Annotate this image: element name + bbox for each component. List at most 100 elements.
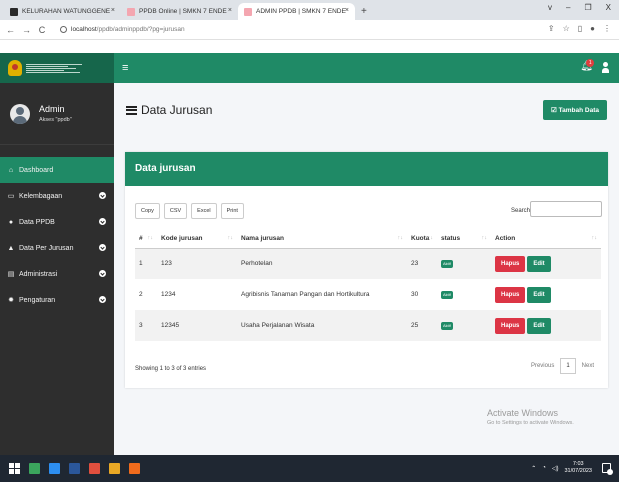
browser-tab[interactable]: ADMIN PPDB | SMKN 7 ENDE × <box>238 3 355 20</box>
add-data-button[interactable]: ☑ Tambah Data <box>543 100 607 120</box>
url-field[interactable]: localhost/ppdb/adminppdb/?pg=jurusan <box>60 26 185 33</box>
folder-icon[interactable] <box>49 463 60 474</box>
app-icon[interactable] <box>89 463 100 474</box>
delete-button[interactable]: Hapus <box>495 317 526 334</box>
notification-bell-icon[interactable]: 🔔︎ 1 <box>580 59 595 72</box>
delete-button[interactable]: Hapus <box>495 286 526 303</box>
profile-icon[interactable]: ● <box>590 24 595 33</box>
column-header-label: Action <box>495 235 516 243</box>
main-content: Data Jurusan ☑ Tambah Data Data jurusan … <box>114 83 619 455</box>
tab-favicon-icon <box>127 7 135 16</box>
search-input[interactable] <box>530 201 602 217</box>
windows-start-icon[interactable] <box>9 463 20 474</box>
hamburger-menu-icon[interactable]: ≡ <box>122 62 128 74</box>
column-header-kode-jurusan[interactable]: Kode jurusan ↑↓ <box>157 230 237 249</box>
cell-nama: Usaha Perjalanan Wisata <box>237 310 407 341</box>
tab-favicon-icon <box>10 7 18 16</box>
tab-close-icon[interactable]: × <box>345 7 349 14</box>
home-icon: ⌂ <box>8 166 14 174</box>
activate-windows-watermark: Activate Windows Go to Settings to activ… <box>487 408 574 426</box>
sidebar-menu: ⌂ Dashboard ▭ Kelembagaan ● Data PPDB ▲ Data Pe… <box>0 157 114 313</box>
close-window-icon[interactable]: X <box>606 3 611 12</box>
taskbar-clock[interactable]: 7:03 31/07/2023 <box>564 461 592 475</box>
forward-arrow-icon[interactable]: → <box>22 25 31 35</box>
tab-search-icon[interactable]: v <box>548 3 552 12</box>
url-path: /ppdb/adminppdb/?pg=jurusan <box>96 26 185 33</box>
app-logo[interactable] <box>0 53 114 83</box>
column-header-action[interactable]: Action ↑↓ <box>491 230 601 249</box>
sidebar-item-data-per-jurusan[interactable]: ▲ Data Per Jurusan <box>0 235 114 261</box>
table-row: 1 123 Perhotelan 23 Aktif Hapus Edit <box>135 248 601 279</box>
tab-close-icon[interactable]: × <box>111 7 115 14</box>
watermark-title: Activate Windows <box>487 408 559 418</box>
sidebar-item-dashboard[interactable]: ⌂ Dashboard <box>0 157 114 183</box>
restore-icon[interactable]: ❐ <box>584 3 591 12</box>
pagination-page-1[interactable]: 1 <box>560 358 576 374</box>
sidebar-item-pengaturan[interactable]: ✹ Pengaturan <box>0 287 114 313</box>
cell-kuota: 25 <box>407 310 437 341</box>
notification-count-badge: 1 <box>586 59 595 67</box>
word-icon[interactable] <box>69 463 80 474</box>
edit-button[interactable]: Edit <box>527 255 551 272</box>
edit-button[interactable]: Edit <box>527 286 551 303</box>
menu-icon[interactable]: ⋮ <box>603 24 611 33</box>
card-title: Data jurusan <box>125 152 608 186</box>
status-badge: Aktif <box>441 321 453 330</box>
chevron-down-icon <box>99 244 106 251</box>
xampp-icon[interactable] <box>129 463 140 474</box>
edit-button[interactable]: Edit <box>527 317 551 334</box>
browser-tab-title: KELURAHAN WATUNGGENE <box>22 8 111 15</box>
monitor-icon: ▭ <box>7 193 15 200</box>
sidebar-item-administrasi[interactable]: ▤ Administrasi <box>0 261 114 287</box>
column-header-[interactable]: # ↑↓ <box>135 230 157 249</box>
sidebar-item-data-ppdb[interactable]: ● Data PPDB <box>0 209 114 235</box>
split-icon[interactable]: ▯ <box>578 24 582 33</box>
status-badge: Aktif <box>441 290 453 299</box>
column-header-label: # <box>139 235 143 243</box>
browser-toolbar-icons: ⇪ ☆ ▯ ● ⋮ <box>548 24 611 33</box>
page-title: Data Jurusan <box>126 103 212 117</box>
back-arrow-icon[interactable]: ← <box>6 25 15 35</box>
copy-button[interactable]: Copy <box>135 203 160 219</box>
column-header-status[interactable]: status ↑↓ <box>437 230 491 249</box>
user-menu-icon[interactable] <box>602 62 609 73</box>
delete-button[interactable]: Hapus <box>495 255 526 272</box>
network-icon[interactable]: ◔ <box>542 465 546 471</box>
new-tab-button[interactable]: + <box>361 3 367 20</box>
reload-icon[interactable]: C <box>38 25 46 35</box>
sidebar-item-label: Kelembagaan <box>19 192 63 200</box>
address-bar: ← → C localhost/ppdb/adminppdb/?pg=jurus… <box>0 20 619 40</box>
column-header-label: Nama jurusan <box>241 235 284 243</box>
cell-kode: 12345 <box>157 310 237 341</box>
file-manager-icon[interactable] <box>29 463 40 474</box>
sidebar-item-kelembagaan[interactable]: ▭ Kelembagaan <box>0 183 114 209</box>
csv-button[interactable]: CSV <box>163 203 188 219</box>
volume-icon[interactable]: ◁) <box>552 465 559 472</box>
avatar <box>10 103 30 124</box>
pagination-next[interactable]: Next <box>576 358 600 374</box>
print-button[interactable]: Print <box>220 203 244 219</box>
notification-center-icon[interactable] <box>602 463 613 475</box>
site-info-icon[interactable] <box>60 26 67 33</box>
sidebar-user-panel: Admin Akses "ppdb" <box>0 83 114 145</box>
tray-chevron-icon[interactable]: ⌃ <box>531 465 536 472</box>
star-icon[interactable]: ☆ <box>563 24 570 33</box>
user-role: Akses "ppdb" <box>39 117 72 123</box>
browser-tab-title: ADMIN PPDB | SMKN 7 ENDE <box>256 8 346 15</box>
chrome-icon[interactable] <box>109 463 120 474</box>
search-label: Search: <box>511 208 532 214</box>
column-header-nama-jurusan[interactable]: Nama jurusan ↑↓ <box>237 230 407 249</box>
share-icon[interactable]: ⇪ <box>548 24 555 33</box>
browser-tab[interactable]: PPDB Online | SMKN 7 ENDE × <box>121 3 238 20</box>
browser-tab[interactable]: KELURAHAN WATUNGGENE × <box>4 3 121 20</box>
status-badge: Aktif <box>441 259 453 268</box>
entries-info: Showing 1 to 3 of 3 entries <box>135 366 207 372</box>
minimize-icon[interactable]: – <box>566 3 570 12</box>
tab-close-icon[interactable]: × <box>228 7 232 14</box>
column-header-kuota[interactable]: Kuota ↑↓ <box>407 230 437 249</box>
windows-taskbar: ⌃ ◔ ◁) 7:03 31/07/2023 <box>0 455 619 482</box>
pagination-previous[interactable]: Previous <box>525 358 560 374</box>
excel-button[interactable]: Excel <box>191 203 217 219</box>
add-data-label: Tambah Data <box>558 107 599 114</box>
sidebar-item-label: Pengaturan <box>19 296 56 304</box>
